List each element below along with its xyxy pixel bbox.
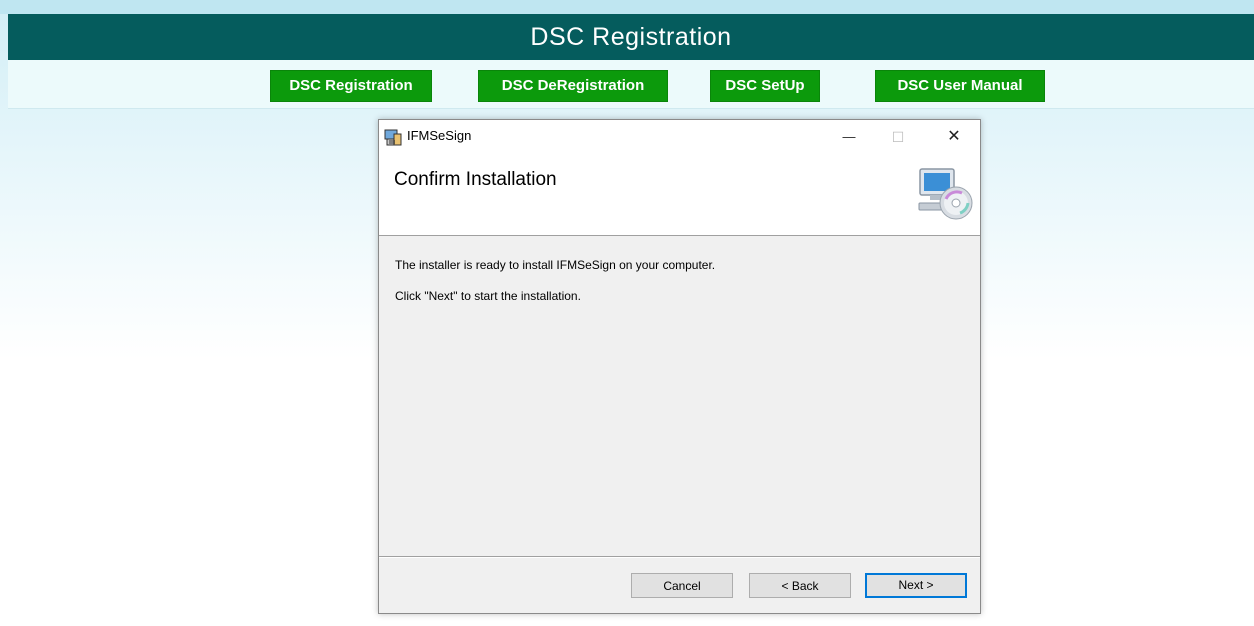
installer-icon: [383, 127, 403, 147]
page-header: DSC Registration: [8, 14, 1254, 60]
maximize-icon: ☐: [891, 129, 905, 145]
dialog-banner: Confirm Installation: [379, 154, 980, 236]
cancel-button[interactable]: Cancel: [631, 573, 733, 598]
nav-dsc-registration-button[interactable]: DSC Registration: [270, 70, 432, 102]
nav-dsc-deregistration-button[interactable]: DSC DeRegistration: [478, 70, 668, 102]
minimize-icon: —: [842, 129, 856, 144]
install-instruction-message: Click "Next" to start the installation.: [395, 289, 581, 303]
top-strip: [0, 0, 1254, 14]
installer-dialog: IFMSeSign — ☐ ✕ Confirm Installation The…: [378, 119, 981, 614]
nav-bar: DSC Registration DSC DeRegistration DSC …: [8, 60, 1254, 109]
back-button[interactable]: < Back: [749, 573, 851, 598]
maximize-button: ☐: [875, 120, 921, 154]
page-title: DSC Registration: [530, 23, 732, 51]
next-button[interactable]: Next >: [865, 573, 967, 598]
minimize-button[interactable]: —: [826, 120, 872, 154]
footer-separator: [379, 556, 980, 558]
computer-cd-icon: [916, 165, 974, 223]
nav-dsc-user-manual-button[interactable]: DSC User Manual: [875, 70, 1045, 102]
install-ready-message: The installer is ready to install IFMSeS…: [395, 258, 716, 272]
nav-dsc-setup-button[interactable]: DSC SetUp: [710, 70, 820, 102]
dialog-title: IFMSeSign: [407, 128, 472, 143]
close-button[interactable]: ✕: [931, 120, 977, 154]
close-icon: ✕: [947, 128, 961, 145]
banner-heading: Confirm Installation: [394, 169, 557, 190]
dialog-titlebar[interactable]: IFMSeSign — ☐ ✕: [379, 120, 980, 154]
